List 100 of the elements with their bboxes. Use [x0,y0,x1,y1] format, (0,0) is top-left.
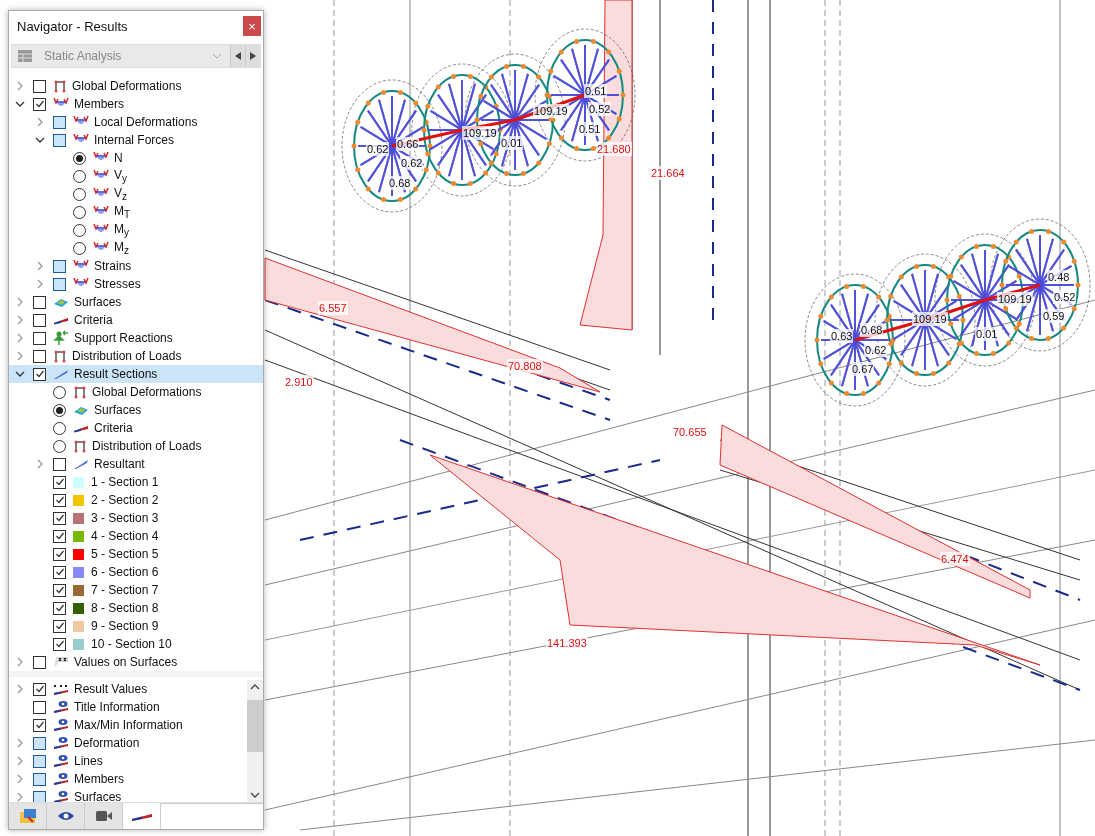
panel-tab[interactable] [9,803,47,829]
checkbox[interactable] [53,457,66,471]
checkbox[interactable] [33,331,46,345]
checkbox[interactable] [33,736,46,750]
tree-row[interactable]: N [9,149,263,167]
folder-icon [18,808,37,824]
tree-row[interactable]: Internal Forces [9,131,263,149]
radio-button[interactable] [73,187,86,201]
tree-row[interactable]: Surfaces [9,401,263,419]
tree-row[interactable]: M$_{z}$ [9,239,263,257]
tree-row[interactable]: Members [9,95,263,113]
checkbox[interactable] [33,313,46,327]
checkbox[interactable] [53,259,66,273]
ratio-label: 0.52 [588,102,612,116]
checkbox[interactable] [53,547,66,561]
checkbox[interactable] [33,367,46,381]
tree-item-label: Surfaces [74,790,122,804]
tree-row[interactable]: M$_{T}$ [9,203,263,221]
tree-row[interactable]: 4 - Section 4 [9,527,263,545]
checkbox[interactable] [53,601,66,615]
checkbox[interactable] [33,97,46,111]
tree-row[interactable]: Distribution of Loads [9,437,263,455]
tree-row[interactable]: Global Deformations [9,383,263,401]
scroll-up-icon[interactable] [250,684,260,690]
chevron-icon[interactable] [15,99,25,109]
tree-row[interactable]: Local Deformations [9,113,263,131]
checkbox[interactable] [33,349,46,363]
tree-row[interactable]: Global Deformations [9,77,263,95]
tree-row[interactable]: Surfaces [9,293,263,311]
tree-row[interactable]: Members [9,770,247,788]
panel-tab[interactable] [85,803,123,829]
tree-row[interactable]: 1 - Section 1 [9,473,263,491]
tree-row[interactable]: Strains [9,257,263,275]
tree-row[interactable]: 10 - Section 10 [9,635,263,653]
radio-button[interactable] [53,421,66,435]
checkbox[interactable] [53,619,66,633]
checkbox[interactable] [53,637,66,651]
checkbox[interactable] [33,295,46,309]
tree-row[interactable]: V$_{z}$ [9,185,263,203]
checkbox[interactable] [33,79,46,93]
radio-button[interactable] [53,439,66,453]
checkbox[interactable] [53,565,66,579]
checkbox[interactable] [33,718,46,732]
checkbox[interactable] [53,277,66,291]
tree-row[interactable]: 5 - Section 5 [9,545,263,563]
checkbox[interactable] [33,655,46,669]
tree-row[interactable]: Resultant [9,455,263,473]
close-button[interactable]: × [243,16,261,36]
previous-button[interactable] [230,45,245,67]
tree-row[interactable]: Result Values [9,680,247,698]
tree-row[interactable]: 3 - Section 3 [9,509,263,527]
radio-button[interactable] [73,205,86,219]
radio-button[interactable] [73,241,86,255]
radio-button[interactable] [73,223,86,237]
next-button[interactable] [245,45,260,67]
chevron-icon[interactable] [35,135,45,145]
gradient-line-icon [130,812,153,821]
radio-button[interactable] [53,403,66,417]
checkbox[interactable] [53,529,66,543]
checkbox[interactable] [33,700,46,714]
scroll-down-icon[interactable] [250,792,260,798]
checkbox[interactable] [53,511,66,525]
tree-row[interactable]: 6 - Section 6 [9,563,263,581]
tree-row[interactable]: Deformation [9,734,247,752]
checkbox[interactable] [53,115,66,129]
tree-row[interactable]: Support Reactions [9,329,263,347]
tree-row[interactable]: M$_{y}$ [9,221,263,239]
radio-button[interactable] [73,169,86,183]
tree-row[interactable]: Values on Surfaces [9,653,263,671]
tree-row[interactable]: Criteria [9,419,263,437]
tree-row[interactable]: 2 - Section 2 [9,491,263,509]
tree-row[interactable]: Stresses [9,275,263,293]
table-icon [17,49,33,63]
checkbox[interactable] [53,493,66,507]
tree-item-label: Members [74,97,124,111]
tree-row[interactable]: Distribution of Loads [9,347,263,365]
radio-button[interactable] [73,151,86,165]
tree-row[interactable]: Lines [9,752,247,770]
support-icon [53,330,69,346]
tree-row[interactable]: 9 - Section 9 [9,617,263,635]
tree-row[interactable]: V$_{y}$ [9,167,263,185]
tree-row[interactable]: Criteria [9,311,263,329]
value-line-icon [53,682,69,696]
tree-row[interactable]: 7 - Section 7 [9,581,263,599]
scrollbar-thumb[interactable] [247,700,263,752]
caret-icon [212,53,222,59]
tree-row[interactable]: Title Information [9,698,247,716]
checkbox[interactable] [53,475,66,489]
chevron-icon[interactable] [15,369,25,379]
result-value-label: 6.474 [940,552,970,566]
checkbox[interactable] [33,772,46,786]
panel-tab[interactable] [47,803,85,829]
tree-row[interactable]: 8 - Section 8 [9,599,263,617]
checkbox[interactable] [53,133,66,147]
tree-row[interactable]: Max/Min Information [9,716,247,734]
checkbox[interactable] [53,583,66,597]
tree-row[interactable]: Result Sections [9,365,263,383]
radio-button[interactable] [53,385,66,399]
checkbox[interactable] [33,754,46,768]
checkbox[interactable] [33,682,46,696]
